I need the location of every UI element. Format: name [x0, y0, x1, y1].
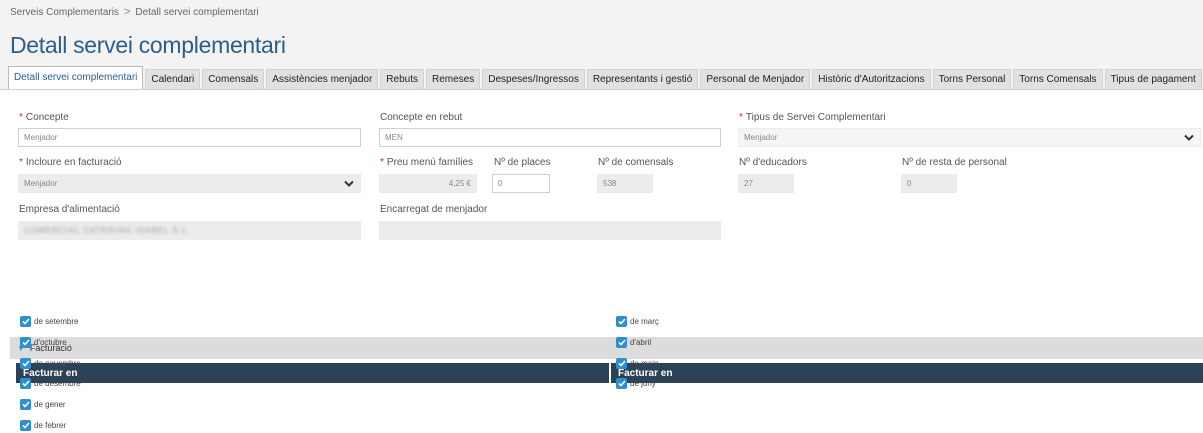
- month-label: de gener: [34, 400, 66, 410]
- month-checkbox-row[interactable]: de maig: [616, 357, 659, 369]
- num-resta-personal-label: Nº de resta de personal: [902, 157, 1007, 168]
- num-places-label: Nº de places: [494, 157, 551, 168]
- facturar-en-header-right: Facturar en: [611, 363, 1203, 383]
- month-label: de desembre: [34, 379, 81, 389]
- month-checkbox-row[interactable]: de desembre: [20, 378, 81, 390]
- encarregat-menjador-input: [379, 221, 721, 240]
- breadcrumb: Serveis Complementaris > Detall servei c…: [10, 6, 259, 18]
- facturacio-section-header[interactable]: ▼ Facturació: [10, 337, 1203, 359]
- checkbox-checked-icon[interactable]: [20, 336, 31, 348]
- tab-personal-menjador[interactable]: Personal de Menjador: [700, 69, 811, 89]
- incloure-facturacio-select[interactable]: Menjador: [18, 174, 361, 193]
- month-label: de febrer: [34, 421, 67, 430]
- checkbox-checked-icon[interactable]: [20, 357, 31, 369]
- facturar-en-header-left: Facturar en: [16, 363, 609, 383]
- month-label: d'abril: [630, 337, 652, 347]
- month-label: de novembre: [34, 358, 81, 368]
- num-comensals-input: 538: [597, 174, 653, 193]
- month-checkbox-row[interactable]: de setembre: [20, 316, 78, 327]
- month-label: de maig: [630, 358, 659, 368]
- breadcrumb-separator: >: [123, 6, 131, 18]
- tab-detall-servei[interactable]: Detall servei complementari: [8, 66, 144, 89]
- concepte-rebut-input[interactable]: MEN: [379, 128, 721, 147]
- num-places-input[interactable]: 0: [492, 174, 550, 193]
- tipus-servei-value: Menjador: [744, 133, 778, 142]
- month-checkbox-row[interactable]: de febrer: [20, 420, 66, 431]
- chevron-down-icon: [344, 180, 354, 187]
- page-header: Serveis Complementaris > Detall servei c…: [0, 0, 1203, 90]
- num-educadors-label: Nº d'educadors: [739, 157, 807, 168]
- tab-despeses-ingressos[interactable]: Despeses/Ingressos: [482, 69, 585, 89]
- checkbox-checked-icon[interactable]: [616, 378, 627, 390]
- breadcrumb-parent[interactable]: Serveis Complementaris: [10, 7, 119, 18]
- checkbox-checked-icon[interactable]: [20, 420, 31, 431]
- preu-menu-input: 4,25 €: [379, 174, 477, 193]
- month-label: de setembre: [34, 317, 79, 326]
- month-checkbox-row[interactable]: de novembre: [20, 357, 81, 369]
- tab-historic-autoritzacions[interactable]: Històric d'Autoritzacions: [812, 69, 931, 89]
- preu-menu-label: * Preu menú famílies: [380, 157, 474, 168]
- tab-torns-comensals[interactable]: Torns Comensals: [1013, 69, 1103, 89]
- tab-bar: Detall servei complementari Calendari Co…: [8, 66, 1203, 89]
- concepte-input[interactable]: Menjador: [18, 128, 361, 147]
- empresa-alimentacio-value: COMERCIAL CATERING ISABEL S.L.: [24, 226, 191, 235]
- chevron-down-icon: [1184, 134, 1194, 141]
- num-comensals-label: Nº de comensals: [598, 157, 674, 168]
- month-checkbox-row[interactable]: de gener: [20, 399, 66, 411]
- encarregat-menjador-label: Encarregat de menjador: [380, 204, 488, 215]
- tipus-servei-select[interactable]: Menjador: [738, 128, 1201, 147]
- incloure-facturacio-label: * Incloure en facturació: [19, 157, 122, 168]
- checkbox-checked-icon[interactable]: [20, 378, 31, 390]
- num-resta-personal-input: 0: [901, 174, 957, 193]
- empresa-alimentacio-label: Empresa d'alimentació: [19, 204, 120, 215]
- page-title: Detall servei complementari: [10, 32, 286, 58]
- checkbox-checked-icon[interactable]: [20, 399, 31, 411]
- month-label: de març: [630, 317, 659, 326]
- tab-calendari[interactable]: Calendari: [145, 69, 201, 89]
- tab-rebuts[interactable]: Rebuts: [380, 69, 424, 89]
- checkbox-checked-icon[interactable]: [616, 357, 627, 369]
- checkbox-checked-icon[interactable]: [616, 336, 627, 348]
- tab-assistencies[interactable]: Assistències menjador: [266, 69, 379, 89]
- tab-tipus-pagament[interactable]: Tipus de pagament: [1104, 69, 1202, 89]
- empresa-alimentacio-input: COMERCIAL CATERING ISABEL S.L.: [18, 221, 361, 240]
- checkbox-checked-icon[interactable]: [20, 316, 31, 327]
- month-checkbox-row[interactable]: d'octubre: [20, 336, 67, 348]
- tipus-servei-label: * Tipus de Servei Complementari: [739, 112, 886, 123]
- tab-comensals[interactable]: Comensals: [202, 69, 265, 89]
- tab-torns-personal[interactable]: Torns Personal: [932, 69, 1012, 89]
- month-label: de juny: [630, 379, 656, 389]
- tab-remeses[interactable]: Remeses: [425, 69, 481, 89]
- tab-divider: [0, 89, 1203, 90]
- concepte-label: * Concepte: [19, 112, 69, 123]
- num-educadors-input: 27: [738, 174, 794, 193]
- concepte-rebut-label: Concepte en rebut: [380, 112, 463, 123]
- breadcrumb-current: Detall servei complementari: [135, 6, 259, 18]
- tab-representants[interactable]: Representants i gestió: [586, 69, 699, 89]
- month-label: d'octubre: [34, 337, 67, 347]
- checkbox-checked-icon[interactable]: [616, 316, 627, 327]
- month-checkbox-row[interactable]: de març: [616, 316, 659, 327]
- month-checkbox-row[interactable]: de juny: [616, 378, 656, 390]
- incloure-facturacio-value: Menjador: [24, 179, 58, 188]
- month-checkbox-row[interactable]: d'abril: [616, 336, 652, 348]
